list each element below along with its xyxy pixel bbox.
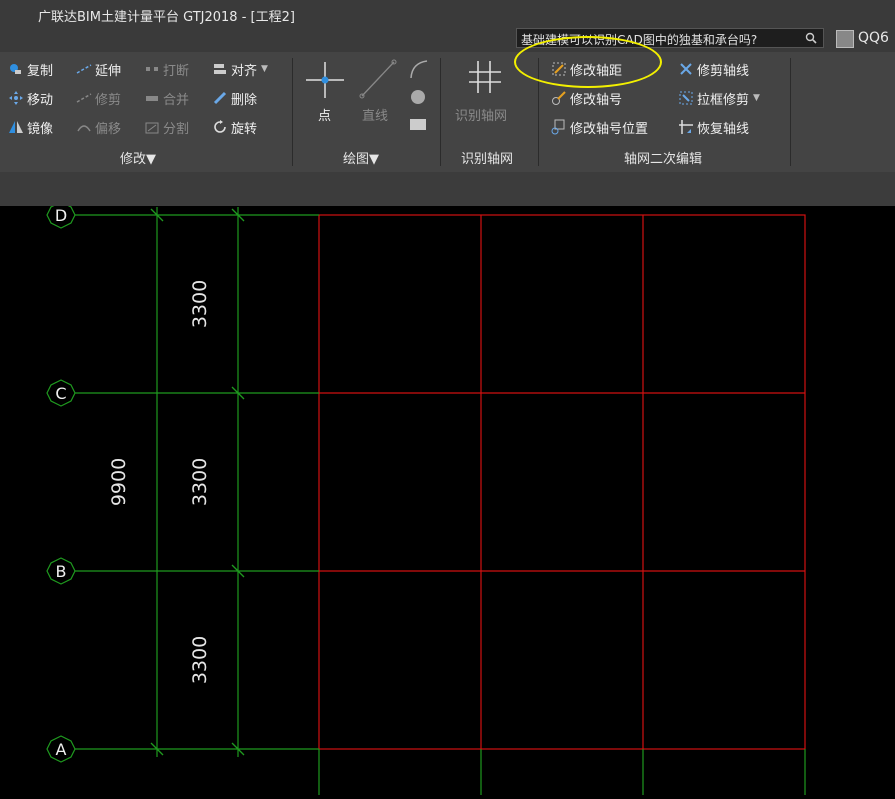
- chevron-down-icon[interactable]: ▼: [753, 93, 760, 103]
- mirror-button[interactable]: 镜像: [8, 116, 53, 138]
- box-trim-icon: [679, 91, 693, 105]
- divider: [790, 58, 791, 166]
- trim-axis-label: 修剪轴线: [697, 63, 750, 79]
- trim-icon: [76, 93, 92, 103]
- modify-number-button[interactable]: 修改轴号: [551, 87, 622, 109]
- rotate-icon: [214, 120, 226, 133]
- modify-number-label: 修改轴号: [570, 92, 623, 108]
- split-label: 分割: [163, 121, 190, 137]
- search-icon[interactable]: [805, 32, 817, 44]
- avatar[interactable]: [836, 30, 854, 48]
- chevron-down-icon[interactable]: ▼: [146, 152, 156, 167]
- eraser-icon: [213, 91, 227, 105]
- align-button[interactable]: 对齐 ▼: [212, 58, 268, 80]
- line-button-label[interactable]: 直线: [362, 105, 388, 124]
- arc-icon[interactable]: [408, 58, 430, 80]
- recognize-group-label: 识别轴网: [461, 152, 514, 167]
- point-icon[interactable]: [306, 60, 344, 100]
- scissors-icon: [680, 63, 692, 75]
- axis-bubble-c[interactable]: C: [46, 379, 76, 407]
- offset-icon: [77, 125, 91, 132]
- number-position-icon: [551, 119, 565, 135]
- split-button[interactable]: 分割: [144, 116, 189, 138]
- delete-button[interactable]: 删除: [212, 87, 257, 109]
- dimension-text-total[interactable]: 9900: [108, 458, 130, 506]
- rectangle-icon[interactable]: [409, 116, 427, 132]
- chevron-down-icon[interactable]: ▼: [261, 64, 268, 74]
- break-icon: [146, 67, 158, 71]
- extend-button[interactable]: 延伸: [76, 58, 121, 80]
- break-label: 打断: [163, 63, 190, 79]
- svg-text:C: C: [55, 384, 66, 403]
- axis-bubble-d[interactable]: D: [46, 201, 76, 229]
- chevron-down-icon[interactable]: ▼: [369, 152, 379, 167]
- account-name[interactable]: QQ6: [858, 30, 889, 46]
- recognize-grid-button[interactable]: 识别轴网: [455, 105, 507, 124]
- extend-label: 延伸: [95, 63, 122, 79]
- grid-drawing[interactable]: 3300 3300 3300 9900 D C B A: [0, 201, 895, 795]
- move-button[interactable]: 移动: [8, 87, 53, 109]
- merge-label: 合并: [163, 92, 190, 108]
- restore-axis-label: 恢复轴线: [697, 121, 750, 137]
- dimension-text-cb[interactable]: 3300: [189, 458, 211, 506]
- highlight-ellipse: [514, 36, 662, 88]
- box-trim-label: 拉框修剪: [697, 92, 750, 108]
- rotate-button[interactable]: 旋转: [212, 116, 257, 138]
- draw-group-label[interactable]: 绘图▼: [343, 148, 379, 167]
- circle-icon[interactable]: [409, 88, 427, 106]
- grid-boundary: [318, 214, 806, 750]
- axis-edit-group-label: 轴网二次编辑: [624, 152, 703, 167]
- delete-label: 删除: [231, 92, 258, 108]
- ribbon: 复制 延伸 打断 对齐 ▼ 移动 修剪 合并 删除 镜像 偏移 分割 旋转 修改…: [0, 52, 895, 172]
- rotate-label: 旋转: [231, 121, 258, 137]
- copy-button[interactable]: 复制: [8, 58, 53, 80]
- mirror-icon: [9, 121, 23, 133]
- edit-number-icon: [552, 91, 566, 105]
- title-bar: 广联达BIM土建计量平台 GTJ2018 - [工程2]: [0, 0, 895, 30]
- move-icon: [9, 91, 23, 105]
- dimension-text-ba[interactable]: 3300: [189, 636, 211, 684]
- split-icon: [145, 122, 159, 134]
- drawing-canvas[interactable]: 3300 3300 3300 9900 D C B A: [0, 201, 895, 795]
- axis-bubble-a[interactable]: A: [46, 735, 76, 763]
- move-label: 移动: [27, 92, 54, 108]
- grid-icon[interactable]: [468, 60, 502, 94]
- svg-text:A: A: [56, 740, 67, 759]
- modify-group-label[interactable]: 修改▼: [120, 148, 156, 167]
- mirror-label: 镜像: [27, 121, 54, 137]
- trim-label: 修剪: [95, 92, 122, 108]
- offset-button[interactable]: 偏移: [76, 116, 121, 138]
- modify-number-position-label: 修改轴号位置: [570, 121, 649, 137]
- window-title: 广联达BIM土建计量平台 GTJ2018 - [工程2]: [38, 10, 295, 25]
- offset-label: 偏移: [95, 121, 122, 137]
- axis-bubble-b[interactable]: B: [46, 557, 76, 585]
- box-trim-button[interactable]: 拉框修剪 ▼: [678, 87, 760, 109]
- divider: [292, 58, 293, 166]
- copy-icon: [10, 64, 21, 74]
- break-button[interactable]: 打断: [144, 58, 189, 80]
- align-icon: [214, 64, 226, 74]
- align-label: 对齐: [231, 63, 258, 79]
- restore-axis-icon: [679, 120, 693, 134]
- trim-axis-button[interactable]: 修剪轴线: [678, 58, 749, 80]
- svg-text:B: B: [56, 562, 67, 581]
- extend-icon: [76, 64, 92, 74]
- restore-axis-button[interactable]: 恢复轴线: [678, 116, 749, 138]
- svg-text:D: D: [55, 206, 67, 225]
- trim-button[interactable]: 修剪: [76, 87, 121, 109]
- modify-number-position-button[interactable]: 修改轴号位置: [551, 116, 648, 138]
- merge-button[interactable]: 合并: [144, 87, 189, 109]
- divider: [440, 58, 441, 166]
- merge-icon: [146, 96, 158, 101]
- line-icon[interactable]: [358, 58, 398, 100]
- dimension-text-dc[interactable]: 3300: [189, 280, 211, 328]
- copy-label: 复制: [27, 63, 54, 79]
- point-button-label[interactable]: 点: [318, 105, 331, 124]
- toolbar-strip: [0, 172, 895, 206]
